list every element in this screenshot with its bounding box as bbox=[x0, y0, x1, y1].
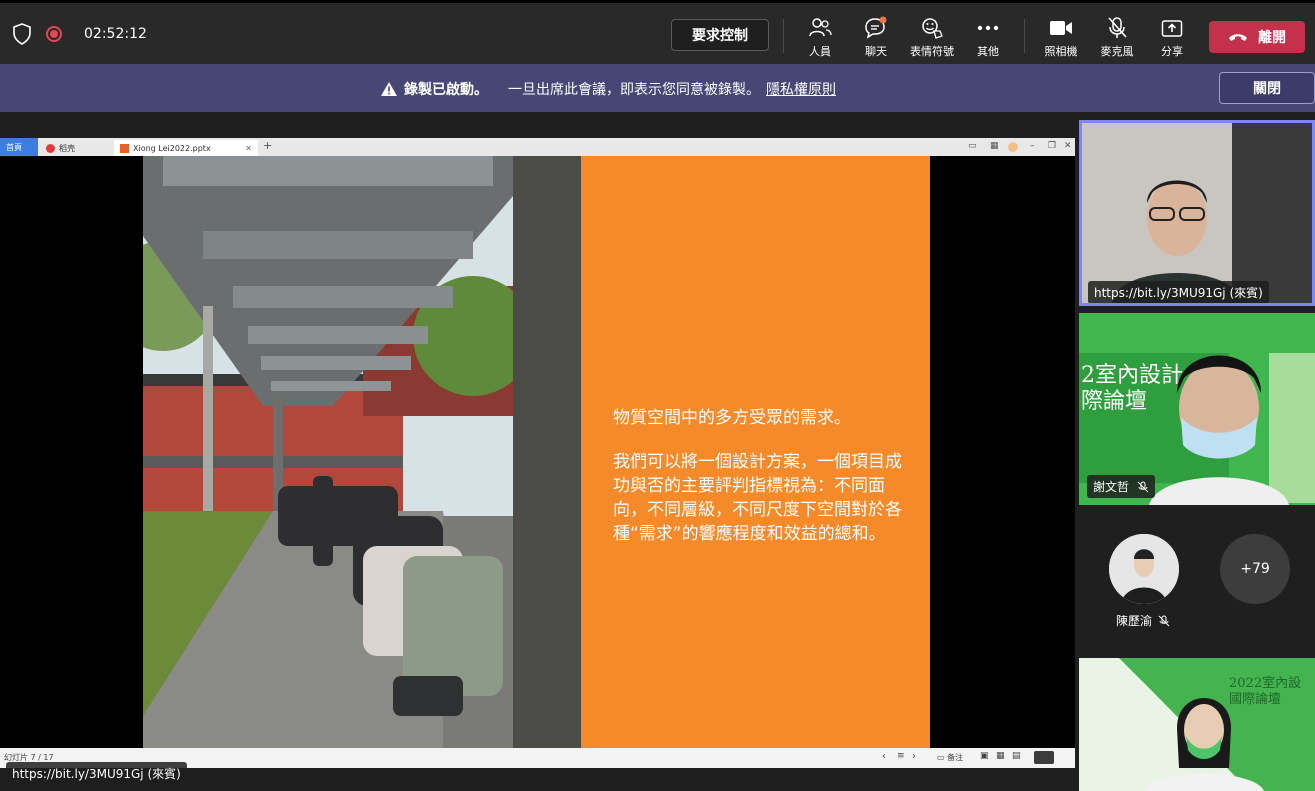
prev-slide-icon[interactable]: ‹ bbox=[882, 751, 886, 762]
warning-icon bbox=[381, 82, 397, 96]
recording-banner: 錄製已啟動。 一旦出席此會議，即表示您同意被錄製。 隱私權原則 關閉 bbox=[0, 64, 1315, 112]
pptx-icon bbox=[120, 143, 129, 153]
microphone-label: 麥克風 bbox=[1100, 45, 1134, 58]
participant-avatar[interactable] bbox=[1109, 534, 1179, 604]
restore-icon[interactable]: ❐ bbox=[1048, 141, 1056, 151]
notes-label: 备注 bbox=[947, 753, 964, 762]
ppt-tab-bar: 首頁 稻壳 Xiong Lei2022.pptx ✕ + ▭ ▦ – ❐ ✕ bbox=[0, 138, 1075, 156]
guest-name-tag: https://bit.ly/3MU91Gj (來賓) bbox=[1088, 281, 1269, 303]
slide-list-icon[interactable]: ≡ bbox=[897, 751, 905, 761]
tab-pptx-file[interactable]: Xiong Lei2022.pptx ✕ bbox=[114, 140, 258, 156]
chat-icon bbox=[863, 15, 889, 41]
participant-3-backdrop-text: 2022室內設 國際論壇 bbox=[1229, 676, 1302, 707]
slide-body: 我們可以將一個設計方案，一個項目成功與否的主要評判指標視為：不同面向，不同層級，… bbox=[613, 452, 902, 544]
slideshow-icon[interactable] bbox=[1034, 751, 1054, 764]
leave-button[interactable]: 離開 bbox=[1209, 21, 1305, 53]
mic-off-icon bbox=[1137, 481, 1149, 492]
hang-up-icon bbox=[1229, 34, 1247, 41]
presentation-slide: 物質空間中的多方受眾的需求。 我們可以將一個設計方案，一個項目成功與否的主要評判… bbox=[143, 156, 930, 748]
participant-2-backdrop-text: 2室內設計 際論壇 bbox=[1081, 363, 1183, 414]
camera-icon bbox=[1049, 15, 1073, 41]
slide-text: 物質空間中的多方受眾的需求。 我們可以將一個設計方案，一個項目成功與否的主要評判… bbox=[613, 406, 903, 566]
video-tile-participant-2[interactable]: 2室內設計 際論壇 謝文哲 bbox=[1079, 313, 1315, 505]
close-window-icon[interactable]: ✕ bbox=[1064, 141, 1072, 151]
share-label: 分享 bbox=[1161, 45, 1183, 58]
reactions-button[interactable]: 表情符號 bbox=[902, 15, 962, 61]
sorter-view-icon[interactable]: ▦ bbox=[996, 751, 1005, 761]
meeting-toolbar: 02:52:12 要求控制 人員 聊天 表情符號 其他 照相機 麥克風 分享 離… bbox=[0, 0, 1315, 64]
video-tile-guest[interactable]: https://bit.ly/3MU91Gj (來賓) bbox=[1079, 120, 1315, 306]
normal-view-icon[interactable]: ▣ bbox=[980, 751, 989, 761]
docer-icon bbox=[46, 143, 55, 153]
reading-view-icon[interactable]: ▤ bbox=[1012, 751, 1021, 761]
more-icon bbox=[977, 15, 999, 41]
recording-started-text: 錄製已啟動。 bbox=[404, 82, 488, 98]
tab-file-label: Xiong Lei2022.pptx bbox=[133, 143, 211, 153]
video-tile-participant-3[interactable]: 2022室內設 國際論壇 bbox=[1079, 658, 1315, 791]
slide-heading: 物質空間中的多方受眾的需求。 bbox=[613, 408, 851, 428]
toolbar-divider bbox=[783, 19, 784, 53]
tab-docer-label: 稻壳 bbox=[59, 143, 75, 153]
toolbar-left: 02:52:12 bbox=[12, 23, 147, 45]
people-label: 人員 bbox=[809, 45, 831, 58]
new-tab-icon[interactable]: + bbox=[263, 139, 272, 152]
leave-label: 離開 bbox=[1258, 30, 1286, 46]
next-slide-icon[interactable]: › bbox=[912, 751, 916, 762]
banner-message: 錄製已啟動。 一旦出席此會議，即表示您同意被錄製。 隱私權原則 bbox=[380, 79, 836, 99]
share-icon bbox=[1161, 15, 1183, 41]
pergola-illustration bbox=[143, 156, 581, 748]
minimize-icon[interactable]: – bbox=[1030, 141, 1035, 151]
consent-text: 一旦出席此會議，即表示您同意被錄製。 bbox=[508, 82, 760, 98]
notes-icon: ▭ bbox=[937, 753, 945, 762]
meeting-timer: 02:52:12 bbox=[84, 26, 147, 42]
mic-off-icon bbox=[1158, 615, 1170, 626]
people-icon bbox=[808, 15, 832, 41]
grid-icon[interactable]: ▦ bbox=[990, 141, 999, 151]
mic-off-icon bbox=[1106, 15, 1128, 41]
layout-icon[interactable]: ▭ bbox=[968, 141, 977, 151]
avatar-photo bbox=[1109, 534, 1179, 604]
dismiss-banner-button[interactable]: 關閉 bbox=[1219, 72, 1315, 104]
avatar-name: 陳歷渝 bbox=[1116, 614, 1153, 628]
tab-close-icon[interactable]: ✕ bbox=[245, 144, 252, 153]
shield-icon[interactable] bbox=[12, 23, 32, 45]
recording-icon bbox=[46, 26, 62, 42]
participant-2-name-tag: 謝文哲 bbox=[1087, 475, 1156, 498]
user-avatar-icon[interactable] bbox=[1008, 142, 1018, 152]
avatar-name-tag: 陳歷渝 bbox=[1116, 612, 1170, 629]
slide-photo bbox=[143, 156, 581, 748]
share-button[interactable]: 分享 bbox=[1142, 15, 1202, 61]
reactions-label: 表情符號 bbox=[910, 45, 954, 58]
camera-button[interactable]: 照相機 bbox=[1031, 15, 1091, 61]
camera-label: 照相機 bbox=[1044, 45, 1078, 58]
shared-screen: 首頁 稻壳 Xiong Lei2022.pptx ✕ + ▭ ▦ – ❐ ✕ 物… bbox=[0, 138, 1075, 768]
presenter-name-tag: https://bit.ly/3MU91Gj (來賓) bbox=[6, 762, 187, 785]
microphone-button[interactable]: 麥克風 bbox=[1087, 15, 1147, 61]
tab-docer[interactable]: 稻壳 bbox=[40, 140, 112, 156]
toolbar-divider bbox=[1024, 19, 1025, 53]
reactions-icon bbox=[920, 15, 944, 41]
chat-label: 聊天 bbox=[865, 45, 887, 58]
more-label: 其他 bbox=[977, 45, 999, 58]
more-button[interactable]: 其他 bbox=[958, 15, 1018, 61]
participant-2-name: 謝文哲 bbox=[1093, 480, 1130, 494]
chat-button[interactable]: 聊天 bbox=[846, 15, 906, 61]
more-participants-button[interactable]: +79 bbox=[1220, 534, 1290, 604]
people-button[interactable]: 人員 bbox=[790, 15, 850, 61]
tab-home[interactable]: 首頁 bbox=[0, 138, 38, 156]
privacy-policy-link[interactable]: 隱私權原則 bbox=[766, 79, 836, 99]
participant-rail: https://bit.ly/3MU91Gj (來賓) 2室內設計 際論壇 謝文… bbox=[1078, 112, 1315, 791]
notes-button[interactable]: ▭ 备注 bbox=[937, 752, 963, 763]
guest-video bbox=[1082, 123, 1312, 303]
request-control-button[interactable]: 要求控制 bbox=[671, 19, 769, 51]
